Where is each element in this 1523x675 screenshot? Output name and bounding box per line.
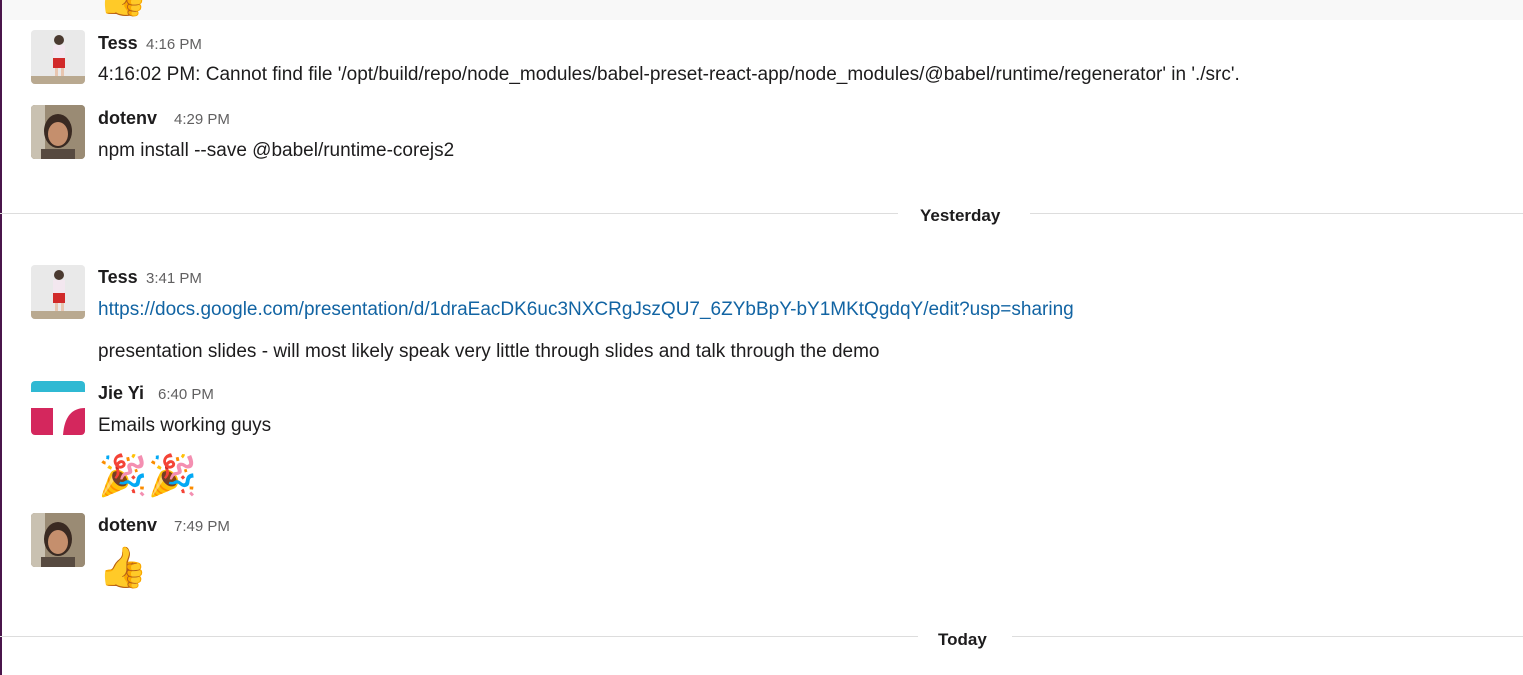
message-text: Emails working guys [98,415,272,436]
message-timestamp[interactable]: 6:40 PM [158,384,214,406]
sidebar-edge [0,0,2,675]
message-author[interactable]: Tess [98,266,138,288]
tess-avatar-icon [31,30,85,84]
message-timestamp[interactable]: 4:29 PM [174,109,230,131]
message-author[interactable]: dotenv [98,514,157,536]
day-divider-today[interactable]: Today [938,629,987,651]
message-timestamp[interactable]: 4:16 PM [146,34,202,56]
message-author[interactable]: dotenv [98,107,157,129]
day-divider-yesterday[interactable]: Yesterday [920,205,1000,227]
dotenv-avatar-icon [31,105,85,159]
message-text: npm install --save @babel/runtime-corejs… [98,140,455,161]
tess-avatar[interactable] [31,30,85,84]
tess-avatar-icon [31,265,85,319]
dotenv-avatar[interactable] [31,105,85,159]
message-author[interactable]: Tess [98,32,138,54]
dotenv-avatar-icon [31,513,85,567]
divider-line [0,636,918,637]
thumbs-up-emoji: 👍 [98,546,148,590]
previous-message-area [2,0,1523,20]
jieyi-avatar-icon [31,381,85,435]
divider-line [1012,636,1523,637]
thumbs-up-emoji: 👍 [98,0,148,20]
divider-line [1030,213,1523,214]
tess-avatar[interactable] [31,265,85,319]
message-text: presentation slides - will most likely s… [98,341,880,362]
party-popper-emoji: 🎉🎉 [98,454,198,498]
message-timestamp[interactable]: 7:49 PM [174,516,230,538]
jieyi-avatar[interactable] [31,381,85,435]
message-text: 4:16:02 PM: Cannot find file '/opt/build… [98,64,1240,85]
divider-line [0,213,898,214]
dotenv-avatar[interactable] [31,513,85,567]
message-link[interactable]: https://docs.google.com/presentation/d/1… [98,298,1074,322]
message-author[interactable]: Jie Yi [98,382,144,404]
message-timestamp[interactable]: 3:41 PM [146,268,202,290]
